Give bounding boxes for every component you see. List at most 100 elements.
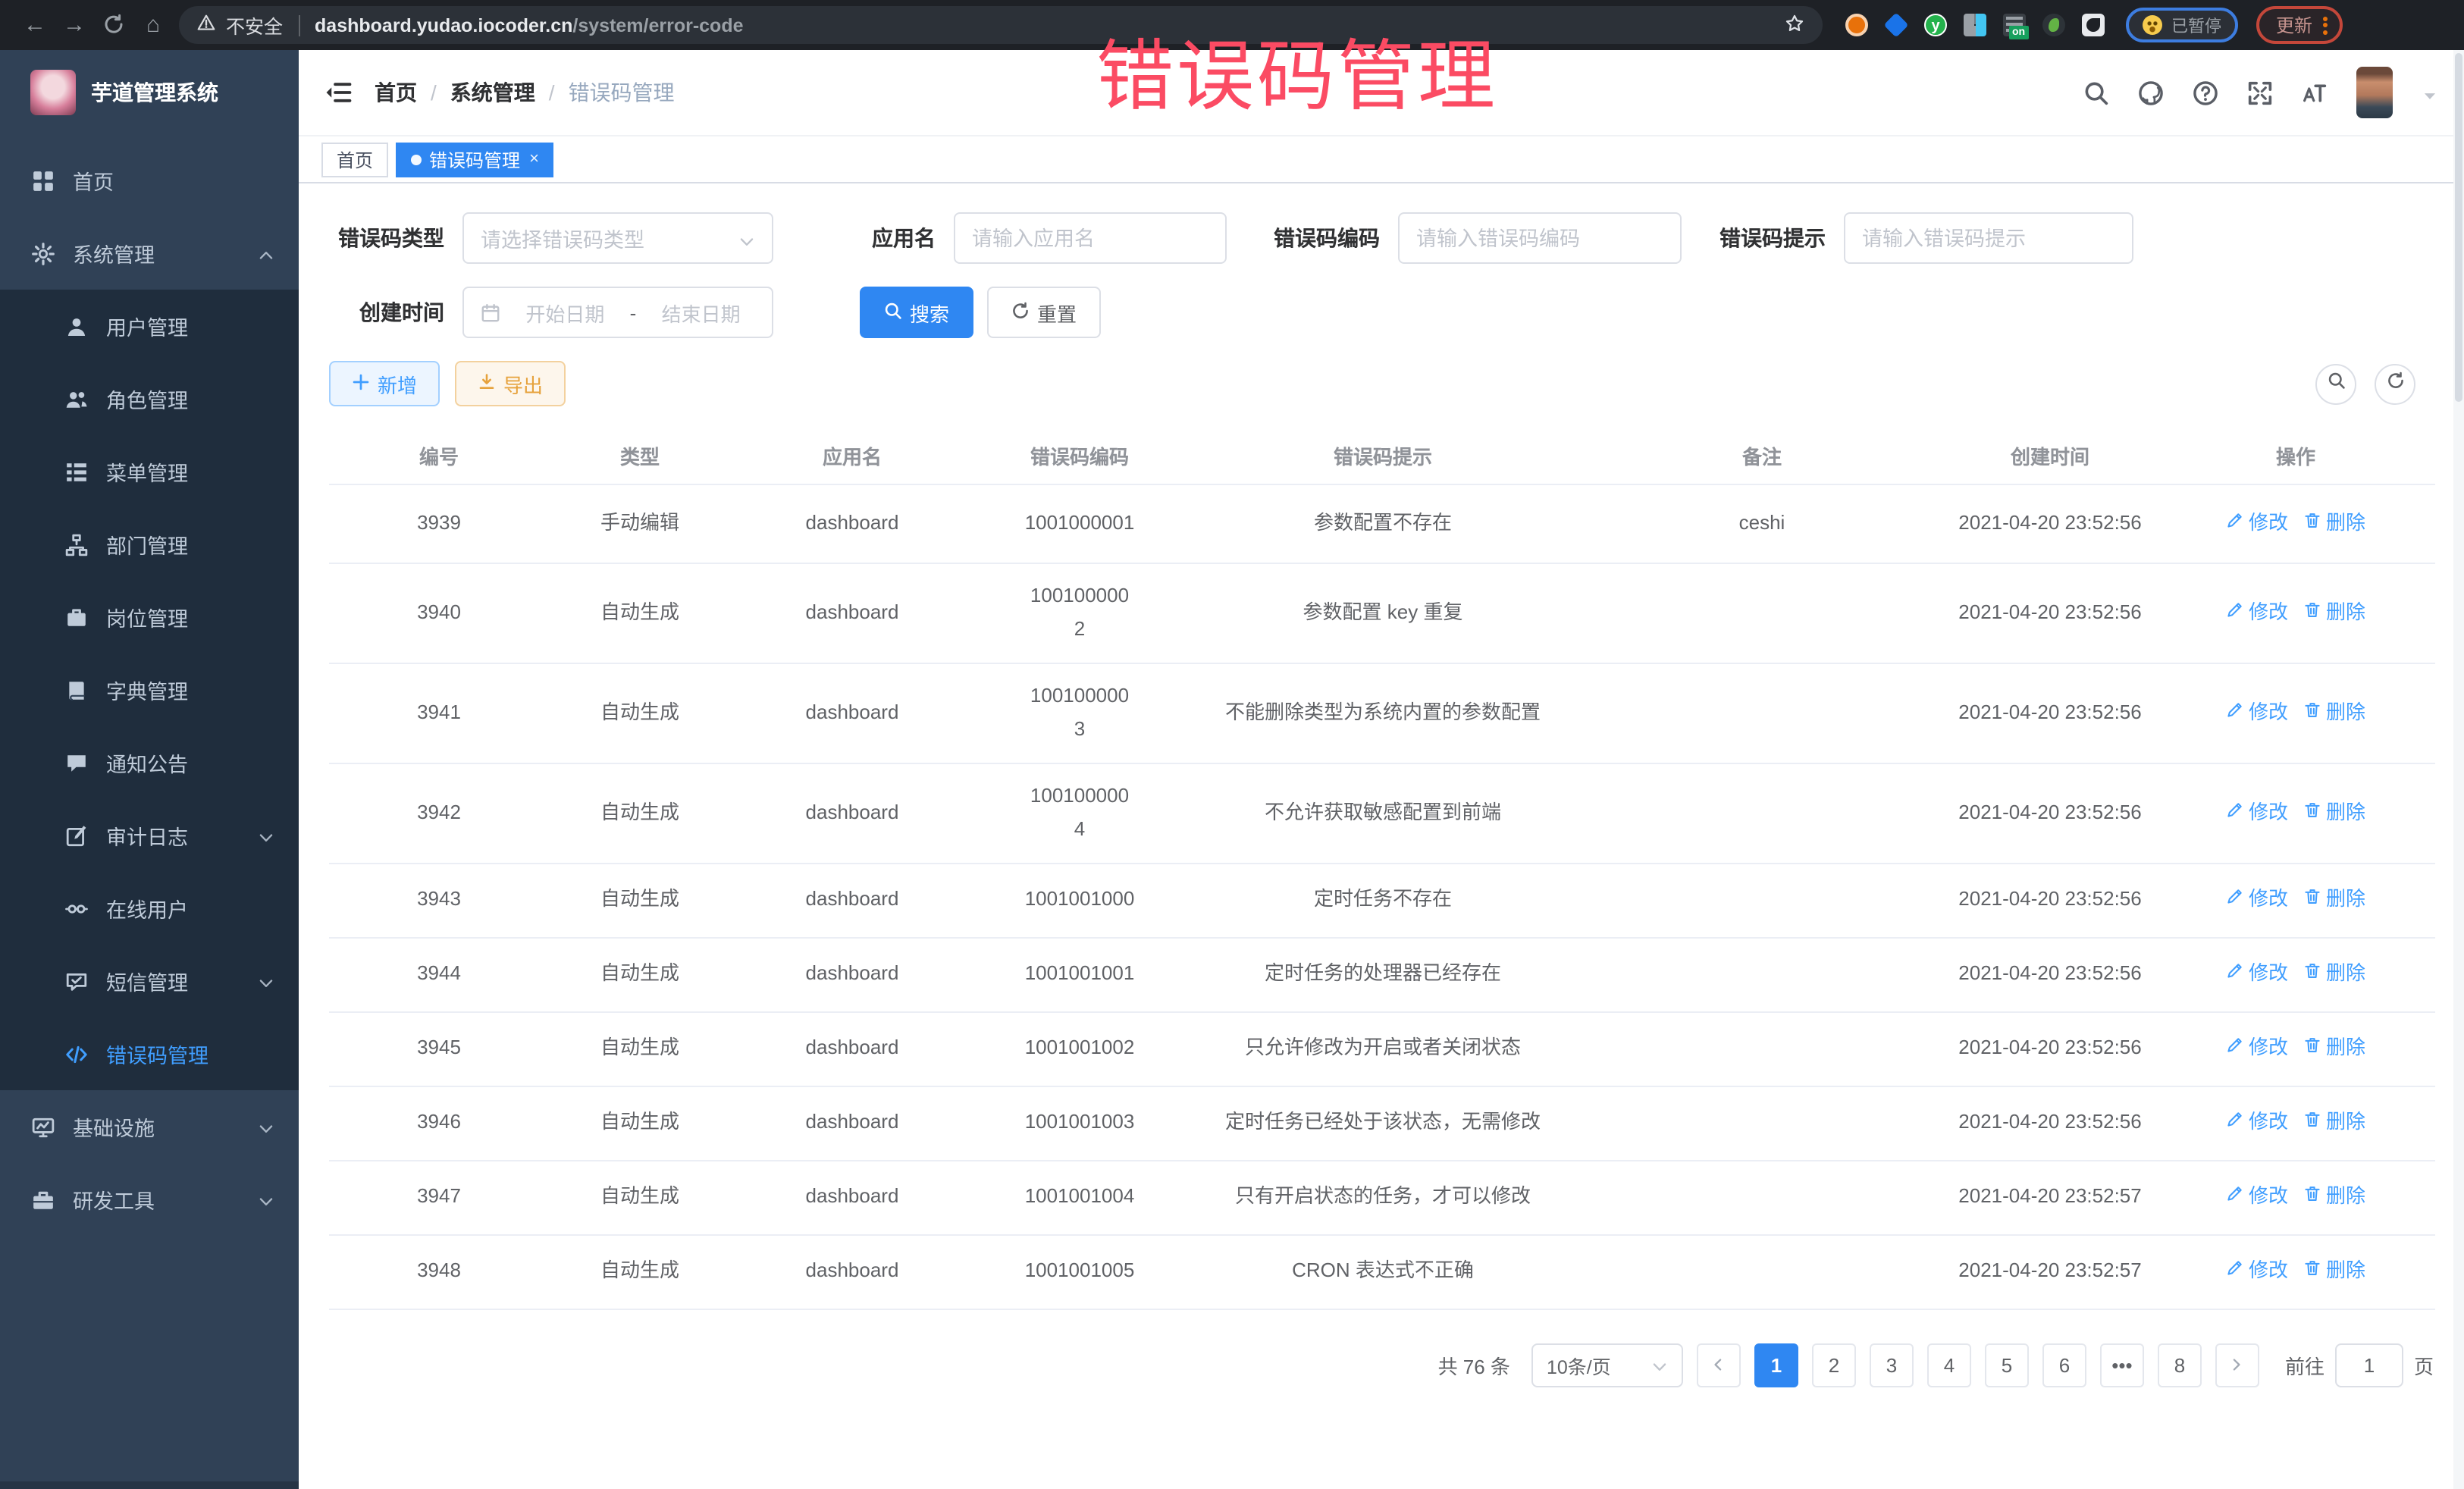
sidebar-item-通知公告[interactable]: 通知公告 [0, 726, 299, 799]
table-row-3946: 3946自动生成dashboard1001001003定时任务已经处于该状态，无… [329, 1086, 2435, 1160]
sidebar-item-岗位管理[interactable]: 岗位管理 [0, 581, 299, 654]
sidebar-item-部门管理[interactable]: 部门管理 [0, 508, 299, 581]
delete-link[interactable]: 删除 [2303, 506, 2365, 540]
back-icon[interactable]: ← [15, 12, 55, 38]
sidebar-item-研发工具[interactable]: 研发工具 [0, 1163, 299, 1236]
reset-button[interactable]: 重置 [987, 287, 1101, 338]
target-extension-icon[interactable] [1845, 14, 1868, 36]
edit-link[interactable]: 修改 [2226, 506, 2288, 540]
delete-link[interactable]: 删除 [2303, 1032, 2365, 1065]
leaf-extension-icon[interactable] [2042, 14, 2065, 36]
page-button-4[interactable]: 4 [1927, 1343, 1971, 1387]
sidebar-item-错误码管理[interactable]: 错误码管理 [0, 1017, 299, 1090]
export-button[interactable]: 导出 [455, 361, 566, 406]
end-date-placeholder: 结束日期 [647, 298, 755, 327]
search-icon[interactable] [2083, 80, 2109, 105]
goto-page-input[interactable] [2337, 1353, 2402, 1376]
green-y-extension-icon[interactable]: y [1924, 14, 1947, 36]
error-type-select[interactable]: 请选择错误码类型 [462, 212, 773, 264]
sidebar-item-label: 通知公告 [106, 748, 188, 778]
font-size-icon[interactable] [2302, 80, 2328, 105]
edit-link[interactable]: 修改 [2226, 1180, 2288, 1214]
sidebar-collapse-bar[interactable] [0, 1481, 299, 1489]
delete-link[interactable]: 删除 [2303, 883, 2365, 917]
delete-link[interactable]: 删除 [2303, 796, 2365, 829]
page-button-1[interactable]: 1 [1754, 1343, 1798, 1387]
chevron-down-icon[interactable] [2422, 84, 2438, 101]
sidebar-item-审计日志[interactable]: 审计日志 [0, 799, 299, 872]
tab-首页[interactable]: 首页 [321, 142, 388, 177]
sidebar-item-用户管理[interactable]: 用户管理 [0, 290, 299, 362]
table-toolbar: 新增 导出 [329, 361, 2440, 406]
delete-link[interactable]: 删除 [2303, 958, 2365, 991]
url-bar[interactable]: 不安全 dashboard.yudao.iocoder.cn/system/er… [179, 6, 1823, 44]
help-icon[interactable] [2193, 80, 2218, 105]
grid-extension-icon[interactable] [1964, 14, 1986, 36]
sidebar-item-系统管理[interactable]: 系统管理 [0, 217, 299, 290]
page-ellipsis[interactable]: ••• [2100, 1343, 2144, 1387]
edit-link[interactable]: 修改 [2226, 596, 2288, 629]
github-icon[interactable] [2138, 80, 2164, 105]
sidebar-item-角色管理[interactable]: 角色管理 [0, 362, 299, 435]
page-size-select[interactable]: 10条/页 [1531, 1343, 1683, 1387]
cell-remark: ceshi [1580, 484, 1944, 563]
add-button[interactable]: 新增 [329, 361, 440, 406]
page-button-6[interactable]: 6 [2042, 1343, 2086, 1387]
bookmark-star-icon[interactable] [1785, 13, 1804, 37]
next-page-button[interactable] [2215, 1343, 2259, 1387]
search-button[interactable]: 搜索 [860, 287, 973, 338]
breadcrumb-item-系统管理[interactable]: 系统管理 [450, 77, 535, 108]
puzzle-extension-icon[interactable] [2082, 14, 2105, 36]
error-hint-input[interactable] [1862, 227, 2115, 249]
gem-extension-icon[interactable] [1883, 12, 1908, 37]
breadcrumb-item-首页[interactable]: 首页 [375, 77, 417, 108]
profile-paused-pill[interactable]: 已暂停 [2126, 8, 2238, 42]
sidebar-item-菜单管理[interactable]: 菜单管理 [0, 435, 299, 508]
edit-link[interactable]: 修改 [2226, 1255, 2288, 1288]
user-avatar[interactable] [2356, 67, 2393, 118]
tab-错误码管理[interactable]: 错误码管理× [396, 142, 554, 177]
delete-link[interactable]: 删除 [2303, 696, 2365, 729]
home-icon[interactable]: ⌂ [133, 12, 173, 38]
page-scrollbar[interactable] [2453, 50, 2464, 1489]
sidebar-item-基础设施[interactable]: 基础设施 [0, 1090, 299, 1163]
close-icon[interactable]: × [529, 151, 539, 168]
layers-on-extension-icon[interactable]: on [2003, 14, 2026, 36]
url-text[interactable]: dashboard.yudao.iocoder.cn/system/error-… [315, 14, 744, 36]
reload-icon[interactable] [94, 12, 133, 38]
fold-sidebar-icon[interactable] [324, 79, 352, 106]
cell-id: 3942 [329, 763, 549, 863]
update-button[interactable]: 更新 [2256, 6, 2343, 44]
scrollbar-thumb[interactable] [2455, 53, 2462, 402]
edit-link[interactable]: 修改 [2226, 958, 2288, 991]
date-range-picker[interactable]: 开始日期 - 结束日期 [462, 287, 773, 338]
sidebar-item-字典管理[interactable]: 字典管理 [0, 654, 299, 726]
show-search-button[interactable] [2315, 363, 2356, 404]
sidebar-item-首页[interactable]: 首页 [0, 144, 299, 217]
forward-icon[interactable]: → [55, 12, 94, 38]
page-button-2[interactable]: 2 [1812, 1343, 1856, 1387]
app-name-label: 应用名 [860, 223, 954, 253]
fullscreen-icon[interactable] [2247, 80, 2273, 105]
edit-link[interactable]: 修改 [2226, 796, 2288, 829]
error-code-input[interactable] [1416, 227, 1663, 249]
sidebar-logo[interactable]: 芋道管理系统 [0, 50, 299, 135]
security-label[interactable]: 不安全 [226, 11, 283, 39]
refresh-table-button[interactable] [2375, 363, 2415, 404]
page-button-8[interactable]: 8 [2158, 1343, 2202, 1387]
page-button-5[interactable]: 5 [1985, 1343, 2029, 1387]
delete-link[interactable]: 删除 [2303, 1106, 2365, 1139]
delete-link[interactable]: 删除 [2303, 596, 2365, 629]
edit-link[interactable]: 修改 [2226, 696, 2288, 729]
page-button-3[interactable]: 3 [1870, 1343, 1914, 1387]
prev-page-button[interactable] [1697, 1343, 1741, 1387]
sidebar-item-在线用户[interactable]: 在线用户 [0, 872, 299, 945]
edit-link[interactable]: 修改 [2226, 883, 2288, 917]
edit-link[interactable]: 修改 [2226, 1106, 2288, 1139]
sidebar-item-短信管理[interactable]: 短信管理 [0, 945, 299, 1017]
browser-menu-icon[interactable] [2323, 14, 2328, 36]
edit-link[interactable]: 修改 [2226, 1032, 2288, 1065]
app-name-input[interactable] [972, 227, 1208, 249]
delete-link[interactable]: 删除 [2303, 1255, 2365, 1288]
delete-link[interactable]: 删除 [2303, 1180, 2365, 1214]
